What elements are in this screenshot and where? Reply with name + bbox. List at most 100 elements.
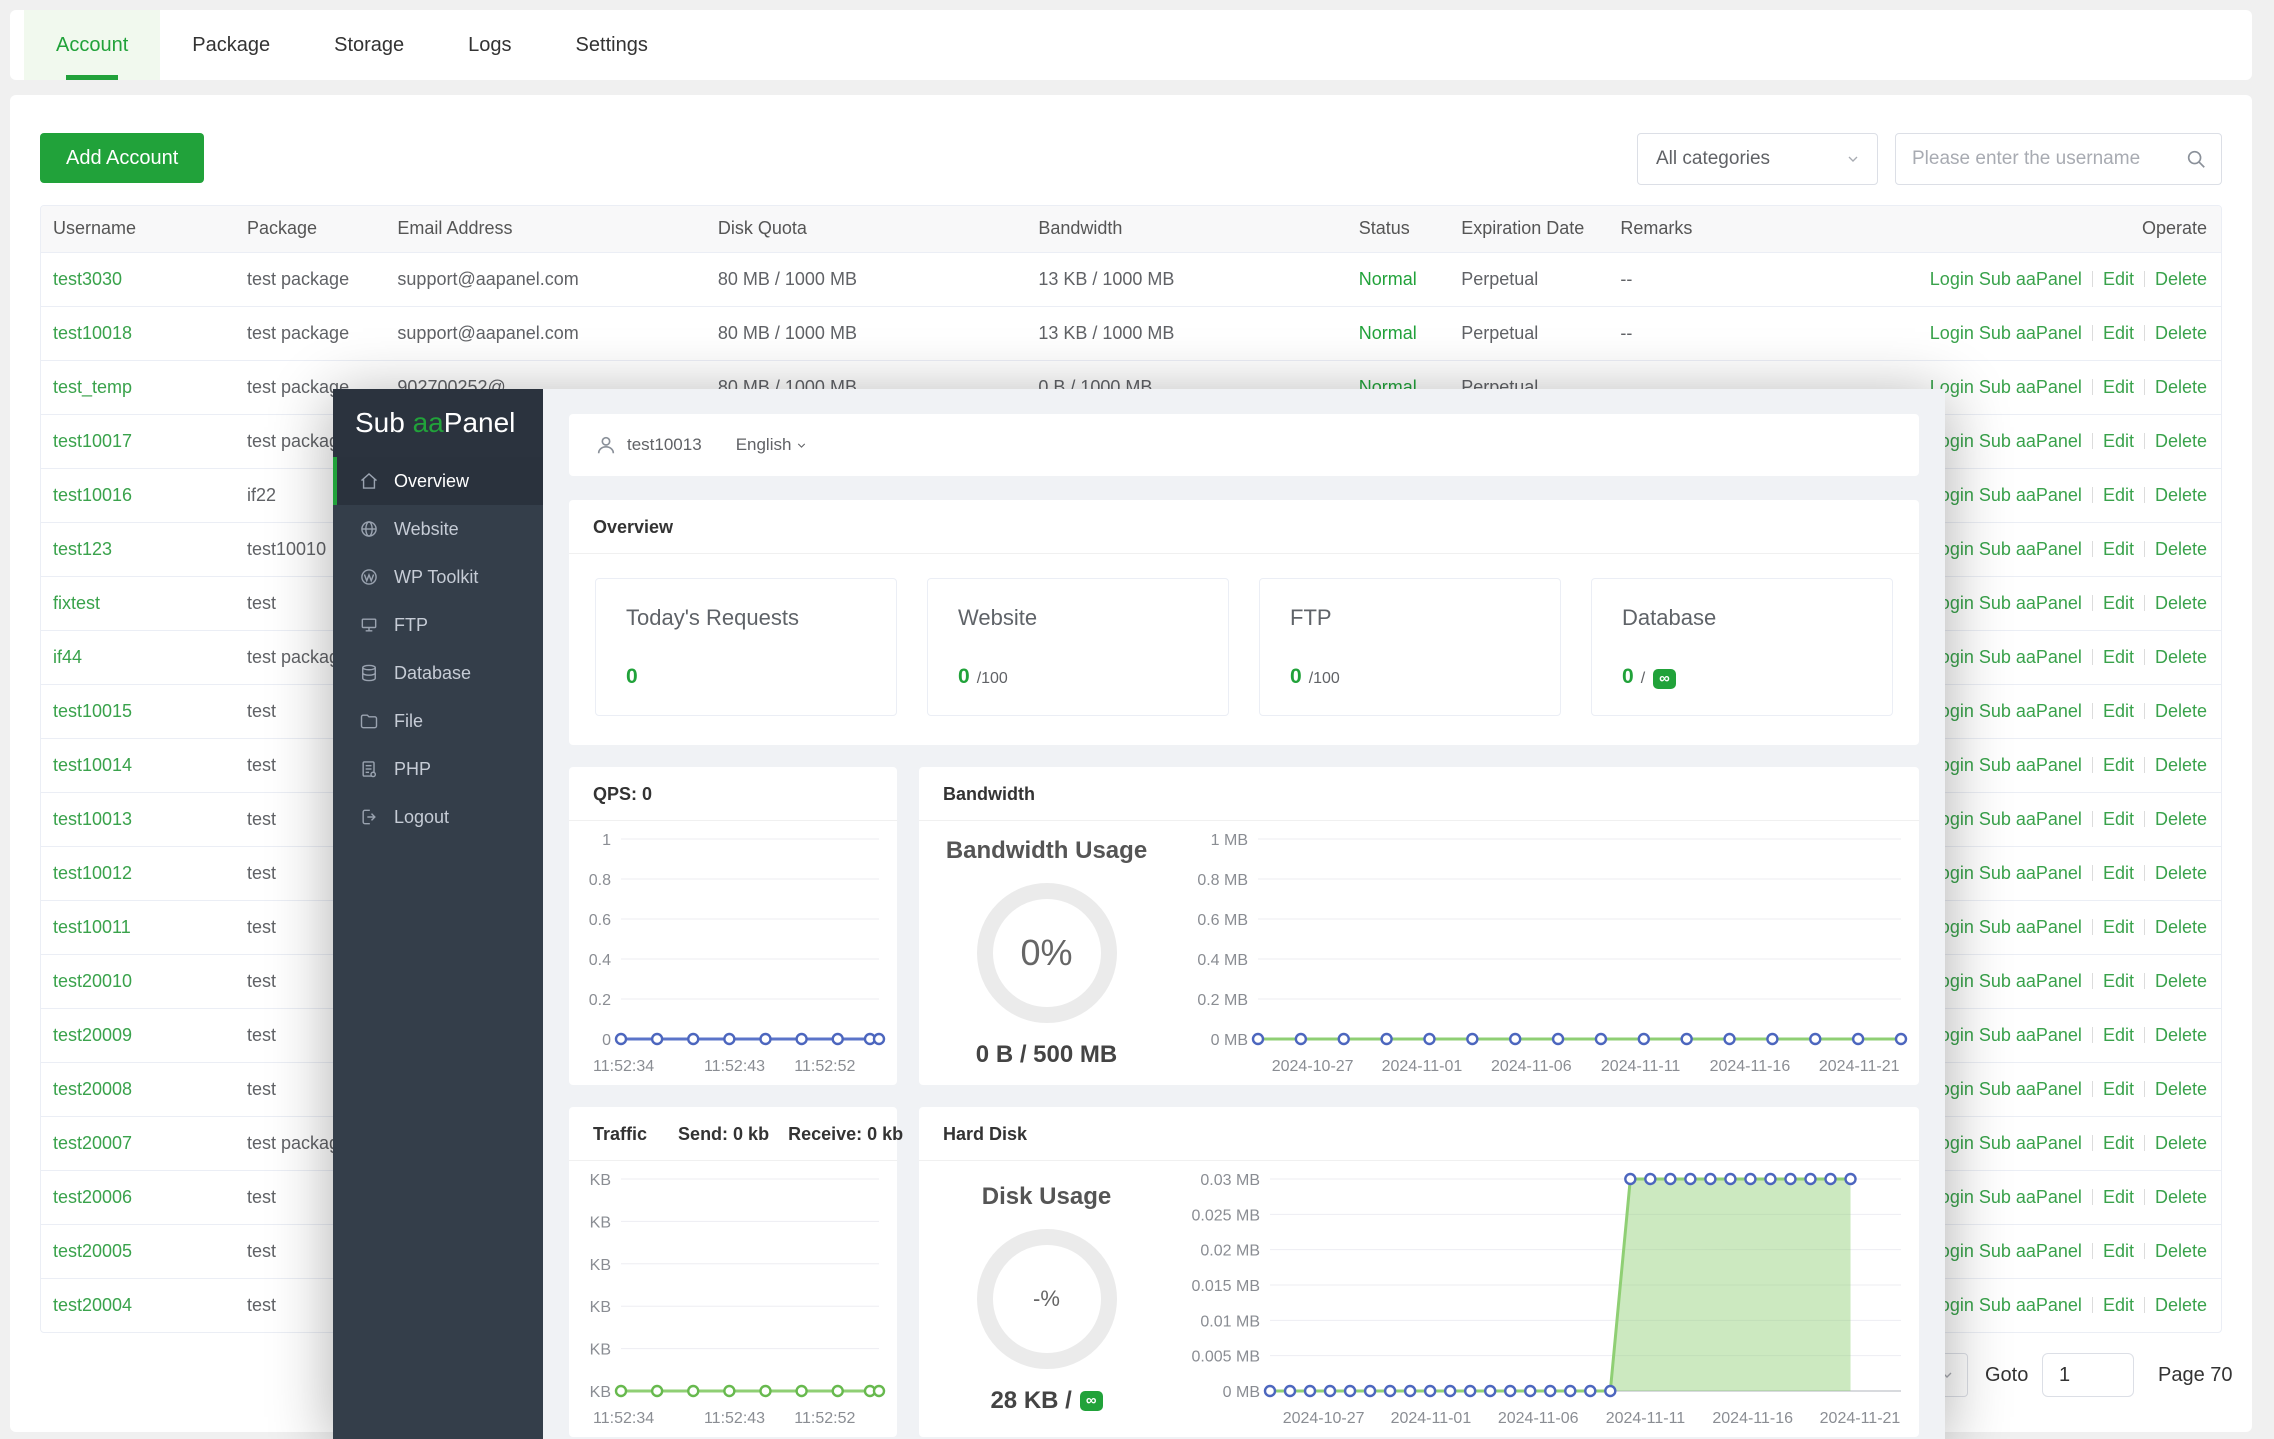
sidebar-item-wp-toolkit[interactable]: WP Toolkit — [333, 553, 543, 601]
edit-link[interactable]: Edit — [2103, 1187, 2134, 1207]
tab-logs[interactable]: Logs — [436, 10, 543, 80]
delete-link[interactable]: Delete — [2155, 1133, 2207, 1153]
username-link[interactable]: test10014 — [53, 755, 132, 775]
edit-link[interactable]: Edit — [2103, 1133, 2134, 1153]
edit-link[interactable]: Edit — [2103, 809, 2134, 829]
login-sub-aapanel-link[interactable]: Login Sub aaPanel — [1930, 539, 2082, 559]
edit-link[interactable]: Edit — [2103, 323, 2134, 343]
username-link[interactable]: test123 — [53, 539, 112, 559]
sidebar-item-database[interactable]: Database — [333, 649, 543, 697]
edit-link[interactable]: Edit — [2103, 593, 2134, 613]
login-sub-aapanel-link[interactable]: Login Sub aaPanel — [1930, 1025, 2082, 1045]
edit-link[interactable]: Edit — [2103, 485, 2134, 505]
username-link[interactable]: test10013 — [53, 809, 132, 829]
delete-link[interactable]: Delete — [2155, 809, 2207, 829]
login-sub-aapanel-link[interactable]: Login Sub aaPanel — [1930, 1241, 2082, 1261]
delete-link[interactable]: Delete — [2155, 377, 2207, 397]
delete-link[interactable]: Delete — [2155, 1295, 2207, 1315]
login-sub-aapanel-link[interactable]: Login Sub aaPanel — [1930, 1079, 2082, 1099]
username-link[interactable]: test20007 — [53, 1133, 132, 1153]
search-icon[interactable] — [2185, 148, 2207, 170]
delete-link[interactable]: Delete — [2155, 431, 2207, 451]
delete-link[interactable]: Delete — [2155, 917, 2207, 937]
username-link[interactable]: test20005 — [53, 1241, 132, 1261]
login-sub-aapanel-link[interactable]: Login Sub aaPanel — [1930, 917, 2082, 937]
username-link[interactable]: test20009 — [53, 1025, 132, 1045]
username-link[interactable]: test10017 — [53, 431, 132, 451]
delete-link[interactable]: Delete — [2155, 701, 2207, 721]
username-link[interactable]: test10016 — [53, 485, 132, 505]
edit-link[interactable]: Edit — [2103, 701, 2134, 721]
search-input[interactable] — [1912, 148, 2185, 170]
add-account-button[interactable]: Add Account — [40, 133, 204, 183]
delete-link[interactable]: Delete — [2155, 593, 2207, 613]
cell-username: test20010 — [41, 954, 235, 1008]
delete-link[interactable]: Delete — [2155, 539, 2207, 559]
delete-link[interactable]: Delete — [2155, 647, 2207, 667]
edit-link[interactable]: Edit — [2103, 377, 2134, 397]
login-sub-aapanel-link[interactable]: Login Sub aaPanel — [1930, 269, 2082, 289]
edit-link[interactable]: Edit — [2103, 539, 2134, 559]
category-filter-select[interactable]: All categories — [1637, 133, 1878, 185]
login-sub-aapanel-link[interactable]: Login Sub aaPanel — [1930, 1295, 2082, 1315]
login-sub-aapanel-link[interactable]: Login Sub aaPanel — [1930, 971, 2082, 991]
username-link[interactable]: test3030 — [53, 269, 122, 289]
login-sub-aapanel-link[interactable]: Login Sub aaPanel — [1930, 377, 2082, 397]
edit-link[interactable]: Edit — [2103, 971, 2134, 991]
sidebar-item-website[interactable]: Website — [333, 505, 543, 553]
username-link[interactable]: test10018 — [53, 323, 132, 343]
login-sub-aapanel-link[interactable]: Login Sub aaPanel — [1930, 809, 2082, 829]
login-sub-aapanel-link[interactable]: Login Sub aaPanel — [1930, 755, 2082, 775]
edit-link[interactable]: Edit — [2103, 269, 2134, 289]
delete-link[interactable]: Delete — [2155, 863, 2207, 883]
delete-link[interactable]: Delete — [2155, 485, 2207, 505]
edit-link[interactable]: Edit — [2103, 1295, 2134, 1315]
edit-link[interactable]: Edit — [2103, 755, 2134, 775]
tab-storage[interactable]: Storage — [302, 10, 436, 80]
username-link[interactable]: test10015 — [53, 701, 132, 721]
delete-link[interactable]: Delete — [2155, 323, 2207, 343]
username-link[interactable]: test20006 — [53, 1187, 132, 1207]
tab-package[interactable]: Package — [160, 10, 302, 80]
delete-link[interactable]: Delete — [2155, 269, 2207, 289]
username-link[interactable]: fixtest — [53, 593, 100, 613]
edit-link[interactable]: Edit — [2103, 1079, 2134, 1099]
edit-link[interactable]: Edit — [2103, 1241, 2134, 1261]
delete-link[interactable]: Delete — [2155, 1025, 2207, 1045]
login-sub-aapanel-link[interactable]: Login Sub aaPanel — [1930, 593, 2082, 613]
login-sub-aapanel-link[interactable]: Login Sub aaPanel — [1930, 863, 2082, 883]
edit-link[interactable]: Edit — [2103, 863, 2134, 883]
login-sub-aapanel-link[interactable]: Login Sub aaPanel — [1930, 431, 2082, 451]
language-select[interactable]: English — [736, 435, 809, 455]
username-link[interactable]: test10011 — [53, 917, 131, 937]
edit-link[interactable]: Edit — [2103, 647, 2134, 667]
delete-link[interactable]: Delete — [2155, 1079, 2207, 1099]
sidebar-item-file[interactable]: File — [333, 697, 543, 745]
edit-link[interactable]: Edit — [2103, 431, 2134, 451]
tab-account[interactable]: Account — [24, 10, 160, 80]
sidebar-item-overview[interactable]: Overview — [333, 457, 543, 505]
edit-link[interactable]: Edit — [2103, 917, 2134, 937]
delete-link[interactable]: Delete — [2155, 755, 2207, 775]
username-link[interactable]: test20008 — [53, 1079, 132, 1099]
tab-settings[interactable]: Settings — [544, 10, 680, 80]
goto-page-input[interactable] — [2042, 1353, 2134, 1397]
sidebar-item-php[interactable]: PHP — [333, 745, 543, 793]
login-sub-aapanel-link[interactable]: Login Sub aaPanel — [1930, 323, 2082, 343]
sidebar-item-ftp[interactable]: FTP — [333, 601, 543, 649]
username-link[interactable]: test_temp — [53, 377, 132, 397]
username-link[interactable]: test20004 — [53, 1295, 132, 1315]
delete-link[interactable]: Delete — [2155, 1187, 2207, 1207]
edit-link[interactable]: Edit — [2103, 1025, 2134, 1045]
login-sub-aapanel-link[interactable]: Login Sub aaPanel — [1930, 1133, 2082, 1153]
login-sub-aapanel-link[interactable]: Login Sub aaPanel — [1930, 1187, 2082, 1207]
login-sub-aapanel-link[interactable]: Login Sub aaPanel — [1930, 701, 2082, 721]
delete-link[interactable]: Delete — [2155, 1241, 2207, 1261]
delete-link[interactable]: Delete — [2155, 971, 2207, 991]
username-link[interactable]: if44 — [53, 647, 82, 667]
sidebar-item-logout[interactable]: Logout — [333, 793, 543, 841]
username-link[interactable]: test10012 — [53, 863, 132, 883]
username-link[interactable]: test20010 — [53, 971, 132, 991]
login-sub-aapanel-link[interactable]: Login Sub aaPanel — [1930, 485, 2082, 505]
login-sub-aapanel-link[interactable]: Login Sub aaPanel — [1930, 647, 2082, 667]
